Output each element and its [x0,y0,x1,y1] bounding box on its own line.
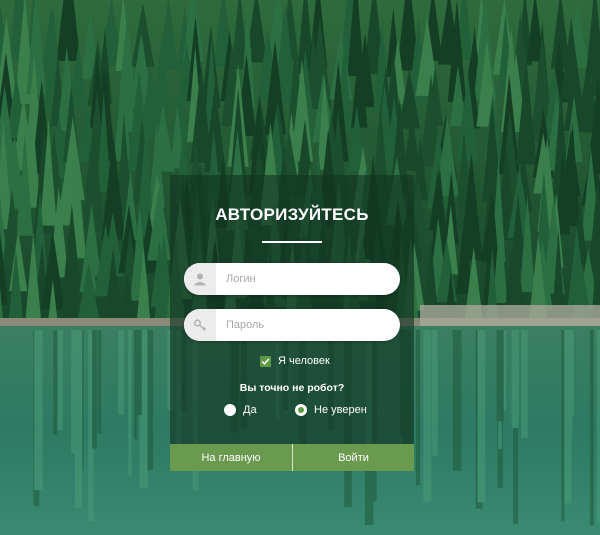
login-button[interactable]: Войти [293,444,414,471]
password-field[interactable] [184,309,400,341]
login-field[interactable] [184,263,400,295]
user-icon [184,263,216,295]
radio-unselected-icon[interactable] [224,404,236,416]
human-checkbox-label: Я человек [278,355,330,367]
check-icon[interactable] [260,355,271,367]
human-checkbox-row[interactable]: Я человек [260,355,330,367]
robot-question: Вы точно не робот? [239,382,345,394]
title-underline [262,241,322,243]
radio-option-yes[interactable]: Да [224,404,257,416]
radio-option-unsure[interactable]: Не уверен [295,404,367,416]
radio-label-unsure: Не уверен [314,404,367,416]
form-title: АВТОРИЗУЙТЕСЬ [215,205,369,224]
login-panel: АВТОРИЗУЙТЕСЬ Я человек Вы точно не робо… [170,175,414,471]
key-icon [184,309,216,341]
home-button[interactable]: На главную [170,444,292,471]
radio-label-yes: Да [243,404,257,416]
login-input[interactable] [216,263,400,295]
radio-selected-icon[interactable] [295,404,307,416]
password-input[interactable] [216,309,400,341]
